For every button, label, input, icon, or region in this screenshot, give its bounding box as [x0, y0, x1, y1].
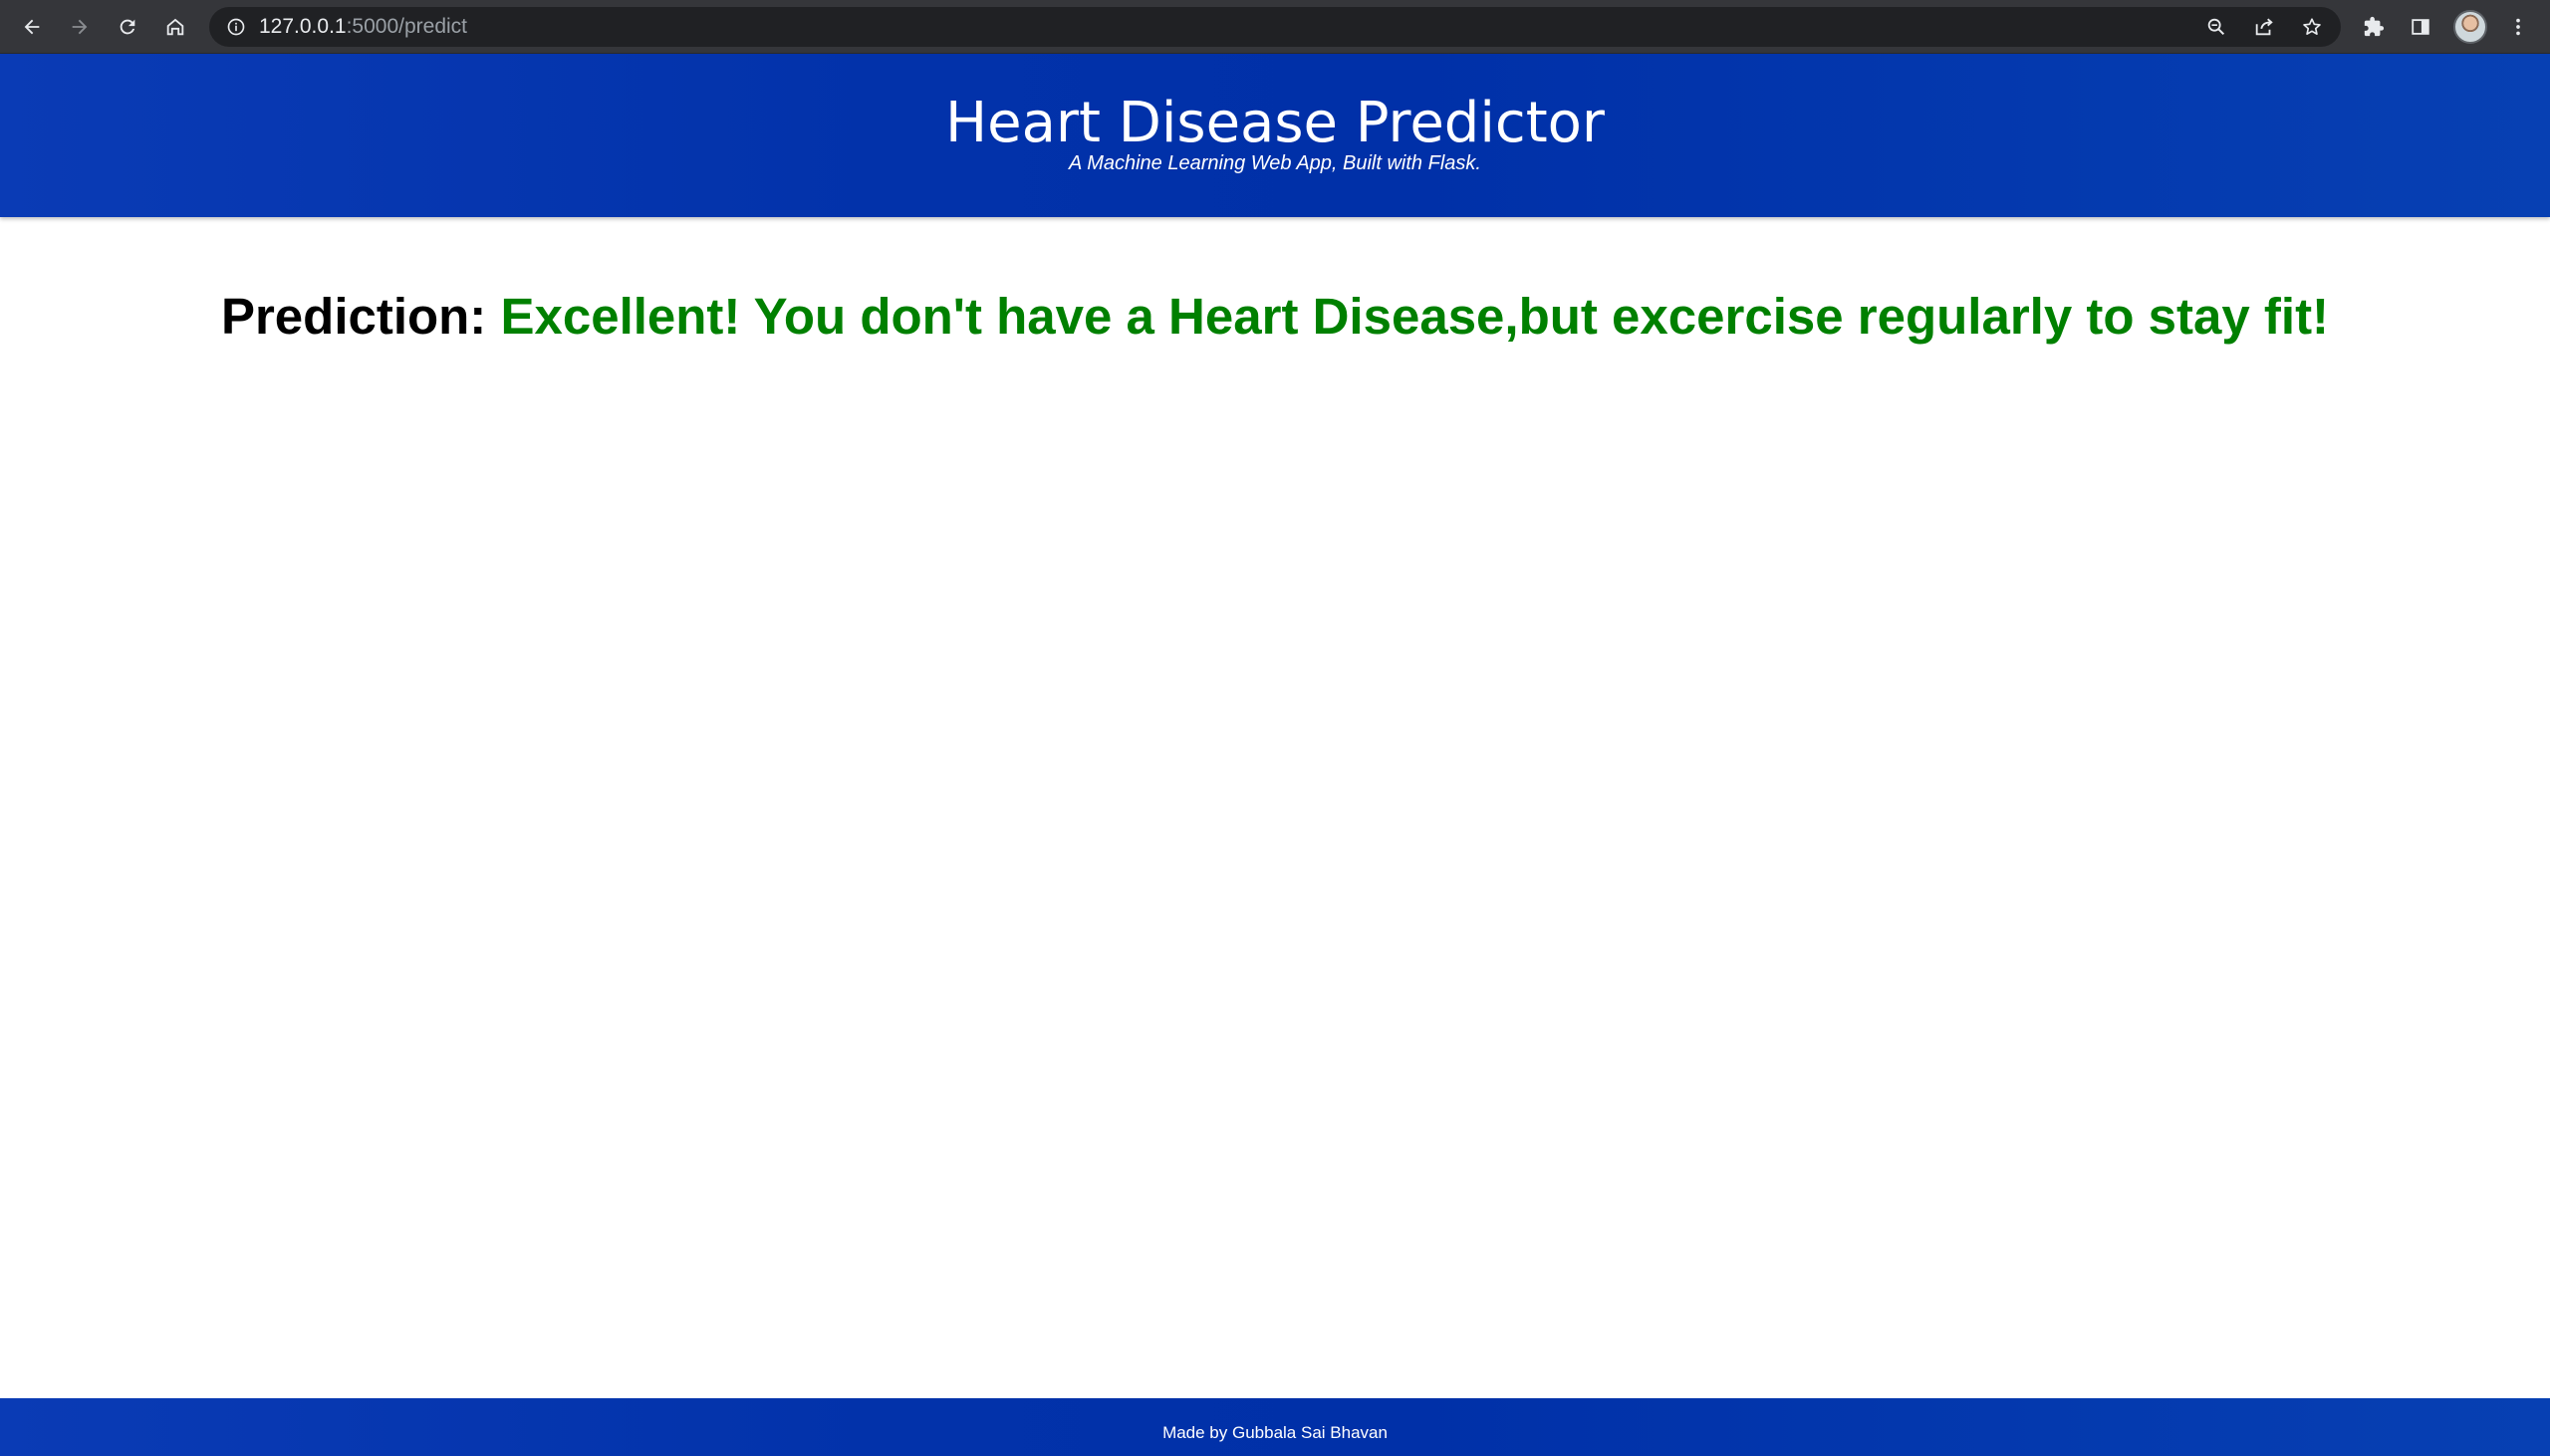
info-icon[interactable] [225, 16, 247, 38]
page-subtitle: A Machine Learning Web App, Built with F… [1069, 152, 1481, 174]
prediction-label: Prediction: [220, 288, 487, 345]
prediction-result: Excellent! You don't have a Heart Diseas… [500, 288, 2330, 345]
url-path: :5000/predict [346, 15, 468, 38]
share-icon[interactable] [2251, 14, 2277, 40]
reload-icon [120, 19, 135, 35]
back-button[interactable] [14, 9, 50, 45]
prediction-message: Prediction: Excellent! You don't have a … [0, 287, 2550, 347]
page-footer: Made by Gubbala Sai Bhavan [0, 1398, 2550, 1456]
side-panel-icon[interactable] [2405, 11, 2436, 43]
zoom-icon[interactable] [2203, 14, 2229, 40]
arrow-left-icon [24, 19, 40, 35]
home-button[interactable] [157, 9, 193, 45]
url-text[interactable]: 127.0.0.1:5000/predict [259, 7, 467, 47]
browser-toolbar: 127.0.0.1:5000/predict [0, 0, 2550, 54]
star-icon[interactable] [2299, 14, 2325, 40]
reload-button[interactable] [110, 9, 145, 45]
address-bar[interactable]: 127.0.0.1:5000/predict [209, 7, 2341, 47]
page-header: Heart Disease Predictor A Machine Learni… [0, 54, 2550, 217]
url-host: 127.0.0.1 [259, 15, 347, 38]
home-icon [166, 18, 184, 36]
page-title: Heart Disease Predictor [945, 91, 1605, 155]
puzzle-icon[interactable] [2358, 11, 2390, 43]
kebab-menu-icon[interactable] [2502, 11, 2534, 43]
arrow-right-icon [72, 19, 88, 35]
footer-credit: Made by Gubbala Sai Bhavan [1162, 1423, 1388, 1442]
forward-button[interactable] [62, 9, 98, 45]
avatar[interactable] [2453, 10, 2487, 44]
